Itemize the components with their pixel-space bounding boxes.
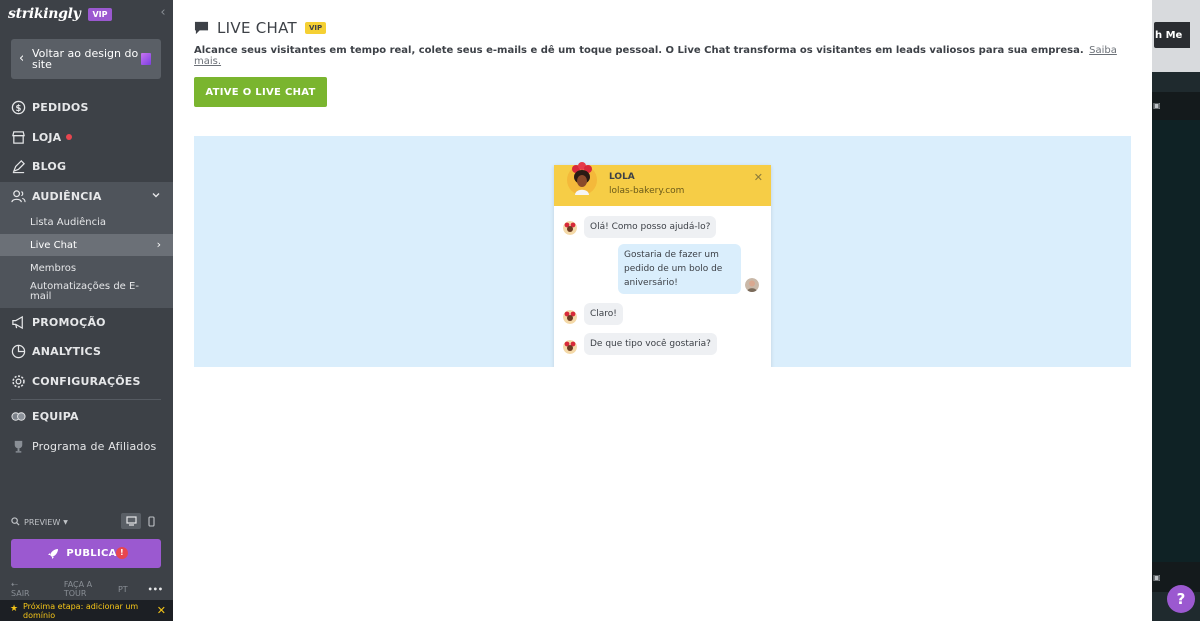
publish-warning-badge: ! — [116, 547, 128, 559]
brand[interactable]: strikingly VIP — [8, 4, 112, 24]
vip-badge: VIP — [305, 22, 327, 34]
sidebar-item-label: ANALYTICS — [32, 344, 102, 358]
chat-header: LOLA lolas-bakery.com ✕ — [554, 162, 771, 206]
pie-chart-icon — [11, 344, 26, 359]
sidebar-item-label: AUDIÊNCIA — [32, 189, 102, 203]
sidebar-item-label: BLOG — [32, 159, 67, 173]
sidebar-item-afiliados[interactable]: Programa de Afiliados — [0, 432, 173, 460]
sidebar: strikingly VIP ‹ ‹ Voltar ao design do s… — [0, 0, 173, 621]
page-title: LIVE CHAT — [217, 19, 297, 37]
audience-icon — [11, 189, 26, 204]
sidebar-item-analytics[interactable]: ANALYTICS — [0, 337, 173, 365]
sidebar-item-pedidos[interactable]: $ PEDIDOS — [0, 93, 173, 121]
brand-logo: strikingly — [8, 6, 81, 22]
sidebar-item-label: CONFIGURAÇÕES — [32, 374, 141, 388]
notification-dot — [66, 134, 73, 140]
sidebar-item-promocao[interactable]: PROMOÇÃO — [0, 308, 173, 336]
next-step-banner[interactable]: ★ Próxima etapa: adicionar um domínio ✕ — [0, 599, 173, 621]
publish-button[interactable]: PUBLICAR ! — [11, 539, 161, 568]
exit-label: SAIR — [11, 589, 30, 598]
editor-background: h Me ▣ ▣ — [1152, 0, 1200, 621]
arrow-left-icon: ⇠ — [11, 580, 18, 589]
trophy-icon — [11, 439, 26, 454]
activate-live-chat-button[interactable]: ATIVE O LIVE CHAT — [194, 77, 327, 107]
tour-link[interactable]: FAÇA A TOUR — [64, 580, 106, 598]
agent-avatar — [567, 162, 597, 195]
back-to-design-button[interactable]: ‹ Voltar ao design do site — [11, 39, 161, 79]
agent-mini-avatar — [563, 310, 577, 324]
sidebar-item-audiencia[interactable]: AUDIÊNCIA — [0, 182, 173, 210]
next-step-text: Próxima etapa: adicionar um domínio — [23, 602, 139, 620]
more-menu-icon[interactable]: ••• — [148, 585, 163, 594]
sidebar-footer: ⇠ SAIR FAÇA A TOUR PT ••• — [11, 580, 163, 598]
desktop-view-button[interactable] — [121, 513, 141, 529]
gear-icon — [11, 374, 26, 389]
chat-bubble-icon — [194, 21, 209, 35]
mobile-view-button[interactable] — [144, 513, 158, 529]
chat-preview-panel: LOLA lolas-bakery.com ✕ Olá! Como posso … — [194, 136, 1131, 367]
sidebar-item-label: EQUIPA — [32, 409, 79, 423]
sidebar-item-equipa[interactable]: EQUIPA — [0, 402, 173, 430]
chat-widget-mockup: LOLA lolas-bakery.com ✕ Olá! Como posso … — [554, 162, 771, 367]
brand-vip-badge: VIP — [88, 7, 112, 21]
preview-label: PREVIEW — [24, 517, 61, 527]
team-avatars-icon — [11, 409, 26, 424]
close-icon: ✕ — [753, 171, 763, 184]
page-description: Alcance seus visitantes em tempo real, c… — [194, 45, 1144, 67]
visitor-mini-avatar — [745, 278, 759, 292]
search-icon — [11, 516, 20, 528]
live-chat-panel: LIVE CHAT VIP Alcance seus visitantes em… — [173, 0, 1153, 621]
chat-message: Gostaria de fazer um pedido de um bolo d… — [618, 244, 741, 294]
agent-site: lolas-bakery.com — [609, 186, 685, 196]
agent-name: LOLA — [609, 172, 635, 182]
back-to-design-label: Voltar ao design do site — [32, 47, 139, 71]
collapse-sidebar-icon[interactable]: ‹ — [157, 6, 169, 20]
sub-item-lista-audiencia[interactable]: Lista Audiência — [30, 218, 160, 228]
svg-text:$: $ — [15, 102, 21, 112]
sidebar-item-configuracoes[interactable]: CONFIGURAÇÕES — [0, 367, 173, 395]
sidebar-item-loja[interactable]: LOJA — [0, 123, 173, 151]
close-icon[interactable]: ✕ — [157, 604, 166, 617]
star-icon: ★ — [10, 604, 19, 614]
page-title-row: LIVE CHAT VIP — [194, 18, 327, 38]
store-icon — [11, 130, 26, 145]
rocket-icon — [47, 548, 59, 560]
pen-icon — [11, 159, 26, 174]
image-icon: ▣ — [1153, 101, 1161, 110]
sidebar-item-label: LOJA — [32, 130, 62, 144]
language-link[interactable]: PT — [118, 585, 128, 594]
sidebar-item-label: PEDIDOS — [32, 100, 89, 114]
chevron-down-icon — [151, 190, 161, 203]
editor-button[interactable]: h Me — [1154, 22, 1190, 48]
sidebar-item-label: PROMOÇÃO — [32, 315, 106, 329]
sidebar-divider — [11, 399, 161, 400]
image-icon: ▣ — [1153, 573, 1161, 582]
agent-mini-avatar — [563, 221, 577, 235]
chevron-left-icon: ‹ — [19, 51, 25, 66]
chat-message: Claro! — [584, 303, 623, 325]
sub-item-membros[interactable]: Membros — [30, 264, 160, 274]
help-button[interactable]: ? — [1167, 585, 1195, 613]
chat-message: De que tipo você gostaria? — [584, 333, 717, 355]
desktop-icon — [125, 516, 137, 526]
sub-item-automatizacoes[interactable]: Automatizações de E-mail — [30, 282, 160, 302]
caret-down-icon: ▼ — [63, 518, 68, 526]
editor-canvas — [1152, 92, 1200, 562]
chat-message: Olá! Como posso ajudá-lo? — [584, 216, 717, 238]
sub-item-live-chat-label: Live Chat — [30, 240, 77, 251]
agent-mini-avatar — [563, 340, 577, 354]
mobile-icon — [147, 515, 155, 527]
description-text: Alcance seus visitantes em tempo real, c… — [194, 45, 1084, 56]
dollar-circle-icon: $ — [11, 100, 26, 115]
sidebar-item-label: Programa de Afiliados — [32, 439, 157, 453]
exit-link[interactable]: ⇠ SAIR — [11, 580, 52, 598]
design-doc-icon — [141, 53, 151, 65]
megaphone-icon — [11, 315, 26, 330]
sidebar-item-blog[interactable]: BLOG — [0, 152, 173, 180]
